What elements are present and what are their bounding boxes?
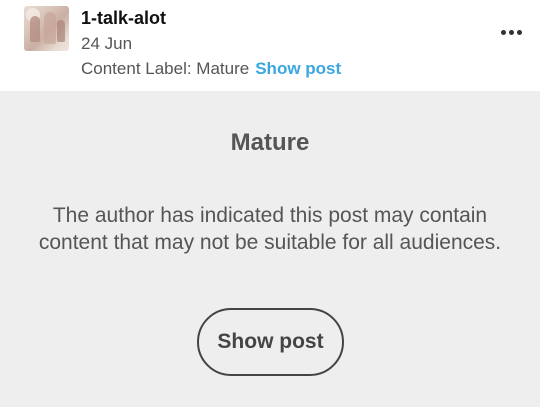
avatar-figure bbox=[30, 16, 40, 42]
content-label-text: Content Label: Mature bbox=[81, 59, 250, 78]
dot bbox=[501, 30, 506, 35]
avatar[interactable] bbox=[24, 6, 69, 51]
more-options-icon[interactable] bbox=[501, 30, 522, 35]
username[interactable]: 1-talk-alot bbox=[81, 8, 166, 29]
warning-title: Mature bbox=[230, 129, 310, 156]
avatar-figure bbox=[57, 20, 65, 42]
content-warning-panel: Mature The author has indicated this pos… bbox=[0, 91, 540, 407]
warning-description: The author has indicated this post may c… bbox=[38, 204, 502, 254]
content-label: Content Label: Mature Show post bbox=[81, 59, 341, 79]
post-header: 1-talk-alot 24 Jun Content Label: Mature… bbox=[0, 0, 540, 91]
avatar-figure bbox=[44, 12, 56, 44]
dot bbox=[517, 30, 522, 35]
dot bbox=[509, 30, 514, 35]
show-post-link[interactable]: Show post bbox=[255, 59, 341, 78]
show-post-button[interactable]: Show post bbox=[197, 308, 344, 376]
post-date: 24 Jun bbox=[81, 34, 133, 53]
